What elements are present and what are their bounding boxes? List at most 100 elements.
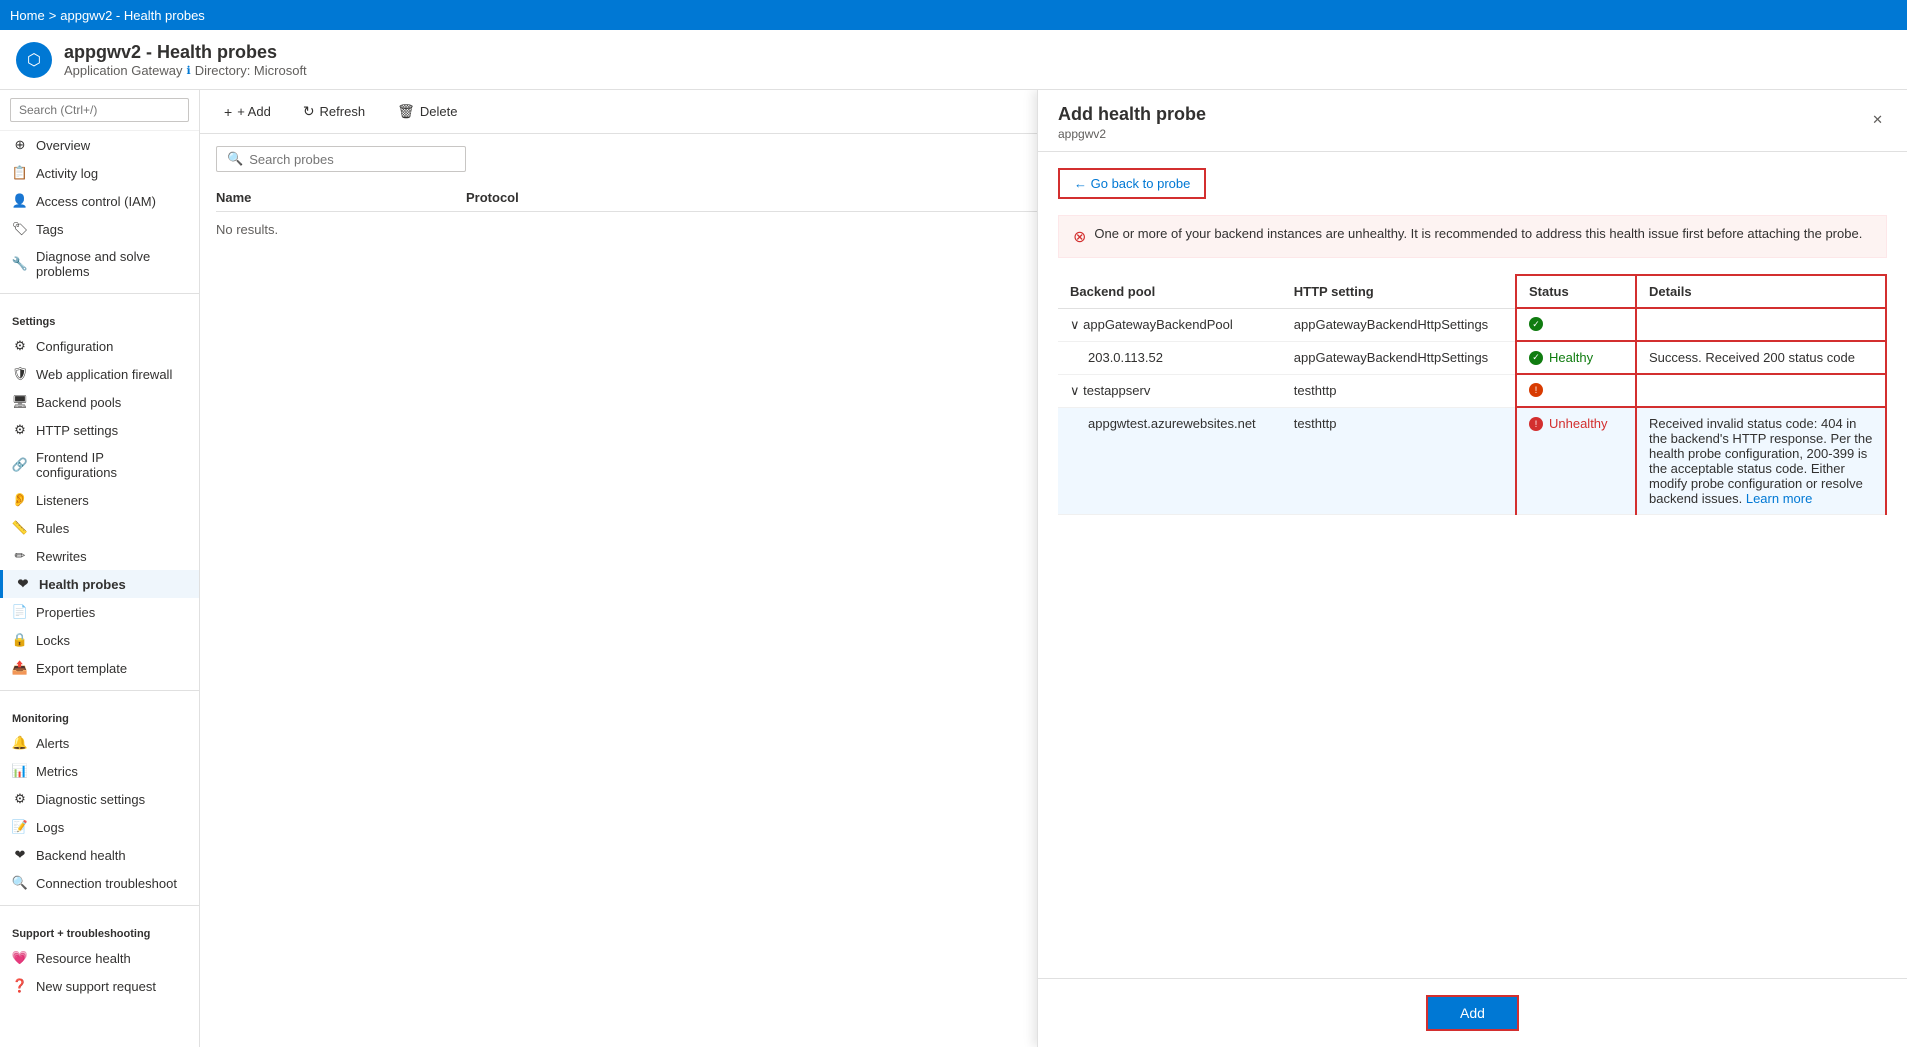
sidebar-item-overview[interactable]: ⊕ Overview: [0, 131, 199, 159]
monitoring-section-label: Monitoring: [0, 699, 199, 729]
divider-support: [0, 905, 199, 906]
rewrites-icon: ✏: [12, 548, 28, 564]
sidebar-item-waf[interactable]: 🛡 Web application firewall: [0, 360, 199, 388]
access-control-icon: 👤: [12, 193, 28, 209]
refresh-label: Refresh: [320, 104, 366, 119]
panel-add-button[interactable]: Add: [1426, 995, 1519, 1031]
search-input[interactable]: [10, 98, 189, 122]
sidebar-label-rules: Rules: [36, 521, 69, 536]
panel-title-block: Add health probe appgwv2: [1058, 104, 1206, 141]
status-unhealthy: ! Unhealthy: [1529, 416, 1623, 431]
sidebar-item-configuration[interactable]: ⚙ Configuration: [0, 332, 199, 360]
row-status: ✓ Healthy: [1516, 341, 1636, 374]
sidebar-item-resource-health[interactable]: 💗 Resource health: [0, 944, 199, 972]
panel-subtitle: appgwv2: [1058, 127, 1206, 141]
logs-icon: 📝: [12, 819, 28, 835]
info-icon: ℹ: [187, 64, 191, 77]
http-settings-icon: ⚙: [12, 422, 28, 438]
sidebar-item-diagnostic-settings[interactable]: ⚙ Diagnostic settings: [0, 785, 199, 813]
sidebar-item-export-template[interactable]: 📤 Export template: [0, 654, 199, 682]
locks-icon: 🔒: [12, 632, 28, 648]
sidebar-label-alerts: Alerts: [36, 736, 69, 751]
new-support-request-icon: ❓: [12, 978, 28, 994]
row-backend-pool: ∨ appGatewayBackendPool: [1058, 308, 1282, 341]
sidebar-label-connection-troubleshoot: Connection troubleshoot: [36, 876, 177, 891]
overview-icon: ⊕: [12, 137, 28, 153]
sidebar-label-activity-log: Activity log: [36, 166, 98, 181]
sidebar-label-frontend-ip: Frontend IP configurations: [36, 450, 187, 480]
delete-button[interactable]: 🗑 Delete: [389, 99, 465, 124]
breadcrumb: Home > appgwv2 - Health probes: [10, 8, 205, 23]
sidebar-item-backend-health[interactable]: ❤ Backend health: [0, 841, 199, 869]
panel-footer: Add: [1038, 978, 1907, 1047]
sidebar-item-activity-log[interactable]: 📋 Activity log: [0, 159, 199, 187]
diagnostic-settings-icon: ⚙: [12, 791, 28, 807]
rules-icon: 📏: [12, 520, 28, 536]
sidebar-item-diagnose[interactable]: 🔧 Diagnose and solve problems: [0, 243, 199, 285]
configuration-icon: ⚙: [12, 338, 28, 354]
backend-health-icon: ❤: [12, 847, 28, 863]
sidebar-label-configuration: Configuration: [36, 339, 113, 354]
delete-label: Delete: [420, 104, 458, 119]
sidebar-item-connection-troubleshoot[interactable]: 🔍 Connection troubleshoot: [0, 869, 199, 897]
warning-icon: ⊗: [1073, 227, 1086, 247]
sidebar-item-properties[interactable]: 📄 Properties: [0, 598, 199, 626]
main-layout: ⊕ Overview 📋 Activity log 👤 Access contr…: [0, 90, 1907, 1047]
row-status: !: [1516, 374, 1636, 407]
sidebar-label-locks: Locks: [36, 633, 70, 648]
sidebar-item-tags[interactable]: 🏷 Tags: [0, 215, 199, 243]
breadcrumb-home[interactable]: Home: [10, 8, 45, 23]
row-details: [1636, 374, 1886, 407]
app-header: ⬡ appgwv2 - Health probes Application Ga…: [0, 30, 1907, 90]
sidebar-item-metrics[interactable]: 📊 Metrics: [0, 757, 199, 785]
sidebar-item-access-control[interactable]: 👤 Access control (IAM): [0, 187, 199, 215]
sidebar-item-http-settings[interactable]: ⚙ HTTP settings: [0, 416, 199, 444]
table-row: appgwtest.azurewebsites.net testhttp ! U…: [1058, 407, 1886, 515]
divider-monitoring: [0, 690, 199, 691]
row-backend-pool: ∨ testappserv: [1058, 374, 1282, 407]
sidebar-item-alerts[interactable]: 🔔 Alerts: [0, 729, 199, 757]
refresh-button[interactable]: ↻ Refresh: [295, 99, 373, 124]
sidebar-item-rewrites[interactable]: ✏ Rewrites: [0, 542, 199, 570]
row-http-setting: testhttp: [1282, 374, 1516, 407]
subtitle-text: Application Gateway: [64, 63, 183, 78]
page-title: appgwv2 - Health probes: [64, 42, 307, 63]
sidebar-item-listeners[interactable]: 👂 Listeners: [0, 486, 199, 514]
sidebar-label-http-settings: HTTP settings: [36, 423, 118, 438]
sidebar-label-diagnose: Diagnose and solve problems: [36, 249, 187, 279]
row-http-setting: appGatewayBackendHttpSettings: [1282, 341, 1516, 374]
col-http-setting-header: HTTP setting: [1282, 275, 1516, 308]
sidebar-item-logs[interactable]: 📝 Logs: [0, 813, 199, 841]
properties-icon: 📄: [12, 604, 28, 620]
sidebar-item-new-support-request[interactable]: ❓ New support request: [0, 972, 199, 1000]
go-back-to-probe-button[interactable]: ← Go back to probe: [1058, 168, 1206, 199]
sidebar-item-backend-pools[interactable]: 🖥 Backend pools: [0, 388, 199, 416]
row-backend-pool: appgwtest.azurewebsites.net: [1058, 407, 1282, 515]
sidebar-item-rules[interactable]: 📏 Rules: [0, 514, 199, 542]
learn-more-link[interactable]: Learn more: [1746, 491, 1812, 506]
status-orange-dot: !: [1529, 383, 1543, 397]
settings-section-label: Settings: [0, 302, 199, 332]
sidebar-label-rewrites: Rewrites: [36, 549, 87, 564]
row-status: ! Unhealthy: [1516, 407, 1636, 515]
alerts-icon: 🔔: [12, 735, 28, 751]
col-backend-pool-header: Backend pool: [1058, 275, 1282, 308]
table-row: 203.0.113.52 appGatewayBackendHttpSettin…: [1058, 341, 1886, 374]
panel-title: Add health probe: [1058, 104, 1206, 125]
waf-icon: 🛡: [12, 366, 28, 382]
sidebar-item-frontend-ip[interactable]: 🔗 Frontend IP configurations: [0, 444, 199, 486]
add-button[interactable]: + + Add: [216, 100, 279, 124]
panel-content: ← Go back to probe ⊗ One or more of your…: [1038, 152, 1907, 978]
search-probes-input[interactable]: [249, 152, 455, 167]
sidebar-label-listeners: Listeners: [36, 493, 89, 508]
sidebar-label-properties: Properties: [36, 605, 95, 620]
sidebar-label-backend-health: Backend health: [36, 848, 126, 863]
breadcrumb-current: appgwv2 - Health probes: [60, 8, 205, 23]
sidebar-item-locks[interactable]: 🔒 Locks: [0, 626, 199, 654]
health-table: Backend pool HTTP setting Status Details…: [1058, 274, 1887, 515]
refresh-icon: ↻: [303, 103, 315, 120]
sidebar-item-health-probes[interactable]: ❤ Health probes: [0, 570, 199, 598]
sidebar-search-container: [0, 90, 199, 131]
panel-close-button[interactable]: ✕: [1868, 104, 1887, 133]
table-row: ∨ testappserv testhttp !: [1058, 374, 1886, 407]
